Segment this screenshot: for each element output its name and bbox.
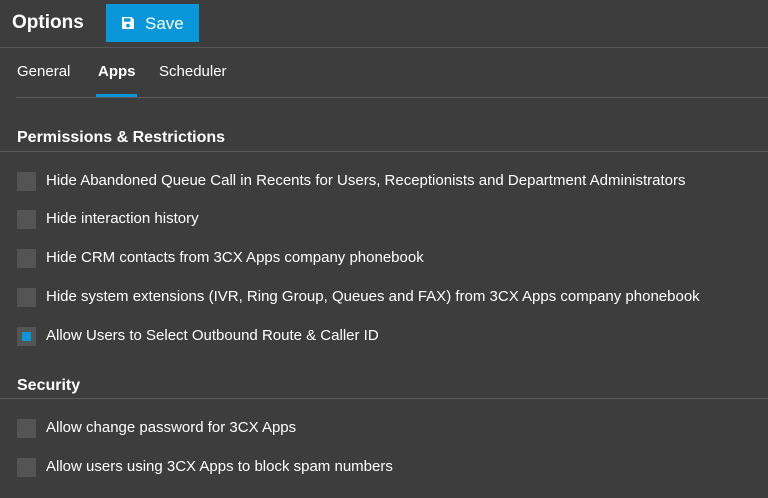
option-hide-system-extensions[interactable]: Hide system extensions (IVR, Ring Group,… — [17, 287, 757, 307]
option-hide-crm-contacts[interactable]: Hide CRM contacts from 3CX Apps company … — [17, 248, 757, 268]
tabs-divider — [16, 97, 768, 98]
option-label: Hide Abandoned Queue Call in Recents for… — [46, 172, 686, 189]
option-label: Hide CRM contacts from 3CX Apps company … — [46, 249, 424, 266]
page-title: Options — [12, 12, 84, 33]
checkbox[interactable] — [17, 249, 36, 268]
checkbox[interactable] — [17, 419, 36, 438]
tab-scheduler[interactable]: Scheduler — [159, 63, 227, 81]
option-allow-select-outbound-route[interactable]: Allow Users to Select Outbound Route & C… — [17, 326, 757, 346]
section-title-permissions: Permissions & Restrictions — [17, 129, 226, 146]
checkbox[interactable] — [17, 172, 36, 191]
save-button[interactable]: Save — [106, 4, 199, 42]
checkbox[interactable] — [17, 288, 36, 307]
header-bar: Options Save — [0, 0, 768, 48]
option-label: Hide interaction history — [46, 210, 199, 227]
tab-apps[interactable]: Apps — [98, 63, 136, 81]
option-allow-change-password[interactable]: Allow change password for 3CX Apps — [17, 418, 757, 438]
section-divider — [0, 151, 768, 152]
floppy-disk-icon — [122, 17, 134, 29]
option-label: Hide system extensions (IVR, Ring Group,… — [46, 288, 700, 305]
option-label: Allow change password for 3CX Apps — [46, 419, 297, 436]
option-label: Allow Users to Select Outbound Route & C… — [46, 327, 379, 344]
checkbox-checked[interactable] — [17, 327, 36, 346]
option-hide-abandoned-queue-call[interactable]: Hide Abandoned Queue Call in Recents for… — [17, 171, 757, 191]
tab-general[interactable]: General — [17, 63, 70, 81]
section-divider — [0, 398, 768, 399]
section-title-security: Security — [17, 377, 81, 394]
option-hide-interaction-history[interactable]: Hide interaction history — [17, 209, 757, 229]
option-allow-block-spam[interactable]: Allow users using 3CX Apps to block spam… — [17, 457, 757, 477]
option-label: Allow users using 3CX Apps to block spam… — [46, 458, 393, 475]
checkbox[interactable] — [17, 458, 36, 477]
tab-bar: General Apps Scheduler — [0, 48, 768, 97]
checkbox[interactable] — [17, 210, 36, 229]
save-button-label: Save — [145, 14, 184, 33]
